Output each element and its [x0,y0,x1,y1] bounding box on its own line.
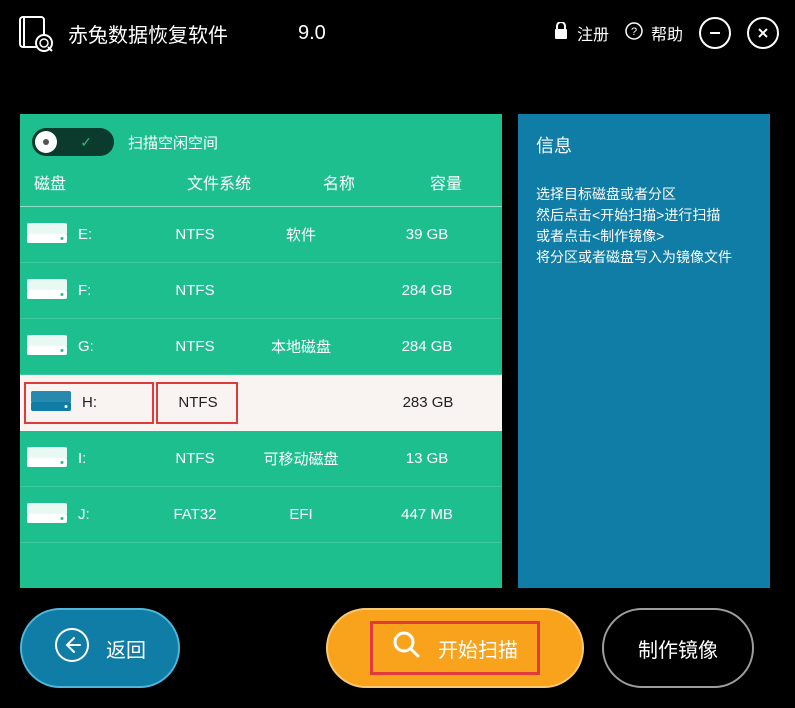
header-size: 容量 [404,170,488,194]
name-cell: 可移动磁盘 [236,448,366,469]
drive-icon [26,278,68,304]
drive-icon [30,390,72,416]
name-cell: EFI [236,506,366,523]
table-row[interactable]: I: NTFS 可移动磁盘 13 GB [20,431,502,487]
size-cell: 39 GB [366,226,498,243]
register-link[interactable]: 注册 [553,21,609,45]
fs-cell: FAT32 [154,506,236,523]
footer: 返回 开始扫描 制作镜像 [0,588,795,708]
fs-cell: NTFS [154,338,236,355]
help-icon: ? [625,22,643,45]
drive-letter: E: [78,226,92,243]
drive-icon [26,222,68,248]
fs-cell: NTFS [154,226,236,243]
table-row[interactable]: H: NTFS 283 GB [20,375,502,431]
scan-free-space-toggle[interactable]: ✓ [32,128,114,156]
check-icon: ✓ [80,134,92,151]
minimize-button[interactable] [699,17,731,49]
table-row[interactable]: E: NTFS 软件 39 GB [20,207,502,263]
content-area: ✓ 扫描空闲空间 磁盘 文件系统 名称 容量 E: NTFS 软件 39 GB [0,66,795,588]
search-icon [392,630,422,666]
fs-cell: NTFS [154,450,236,467]
back-button[interactable]: 返回 [20,608,180,688]
name-cell: 本地磁盘 [236,336,366,357]
drive-icon [26,334,68,360]
info-line: 将分区或者磁盘写入为镜像文件 [536,247,752,268]
size-cell: 447 MB [366,506,498,523]
info-body: 选择目标磁盘或者分区 然后点击<开始扫描>进行扫描 或者点击<制作镜像> 将分区… [536,184,752,268]
app-title: 赤兔数据恢复软件 [68,19,228,48]
header-name: 名称 [274,170,404,194]
drive-letter: H: [82,394,97,411]
table-row[interactable]: J: FAT32 EFI 447 MB [20,487,502,543]
header-disk: 磁盘 [34,170,164,194]
toggle-knob [35,131,57,153]
info-line: 然后点击<开始扫描>进行扫描 [536,205,752,226]
arrow-left-icon [54,627,90,669]
drive-icon [26,502,68,528]
img-label: 制作镜像 [638,634,718,663]
size-cell: 13 GB [366,450,498,467]
scan-toggle-row: ✓ 扫描空闲空间 [20,114,502,170]
drive-letter: F: [78,282,91,299]
table-header: 磁盘 文件系统 名称 容量 [20,170,502,207]
size-cell: 283 GB [368,394,498,411]
table-row[interactable]: G: NTFS 本地磁盘 284 GB [20,319,502,375]
toggle-label: 扫描空闲空间 [128,132,218,153]
table-body[interactable]: E: NTFS 软件 39 GB F: NTFS 284 GB G: NTFS [20,207,502,588]
register-label: 注册 [577,21,609,45]
scan-label: 开始扫描 [438,634,518,663]
lock-icon [553,22,569,45]
fs-cell: NTFS [154,282,236,299]
app-version: 9.0 [298,22,326,45]
drive-letter: I: [78,450,86,467]
create-image-button[interactable]: 制作镜像 [602,608,754,688]
info-panel: 信息 选择目标磁盘或者分区 然后点击<开始扫描>进行扫描 或者点击<制作镜像> … [518,114,770,588]
highlighted-cell: NTFS [156,382,238,424]
info-line: 或者点击<制作镜像> [536,226,752,247]
back-label: 返回 [106,634,146,663]
titlebar: 赤兔数据恢复软件 9.0 注册 ? 帮助 [0,0,795,66]
size-cell: 284 GB [366,282,498,299]
drive-letter: G: [78,338,94,355]
help-link[interactable]: ? 帮助 [625,21,683,45]
close-button[interactable] [747,17,779,49]
table-row[interactable]: F: NTFS 284 GB [20,263,502,319]
disk-panel: ✓ 扫描空闲空间 磁盘 文件系统 名称 容量 E: NTFS 软件 39 GB [20,114,502,588]
start-scan-button[interactable]: 开始扫描 [326,608,584,688]
header-fs: 文件系统 [164,170,274,194]
drive-letter: J: [78,506,90,523]
highlighted-cell: H: [24,382,154,424]
size-cell: 284 GB [366,338,498,355]
info-title: 信息 [536,132,752,158]
info-line: 选择目标磁盘或者分区 [536,184,752,205]
app-logo-icon [16,13,56,53]
fs-cell: NTFS [178,394,217,411]
help-label: 帮助 [651,21,683,45]
drive-icon [26,446,68,472]
svg-text:?: ? [631,26,637,38]
name-cell: 软件 [236,224,366,245]
